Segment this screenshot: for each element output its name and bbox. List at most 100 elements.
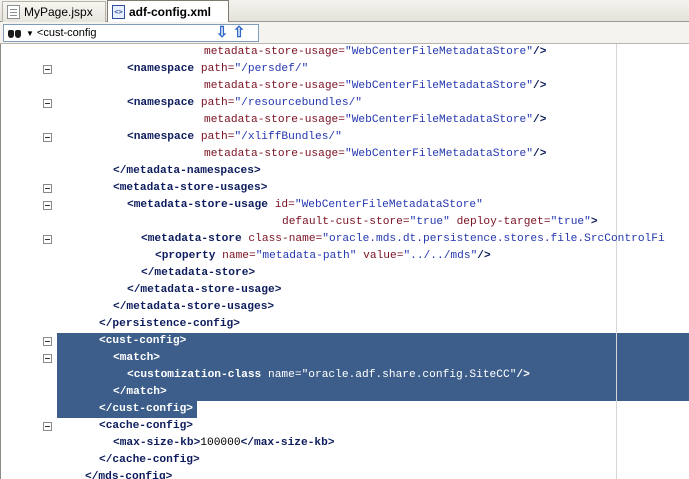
code-line[interactable]: <cache-config> xyxy=(0,418,689,435)
fold-toggle-icon[interactable] xyxy=(43,235,52,244)
code-token: <cache-config> xyxy=(99,420,193,432)
code-token: </metadata-namespaces> xyxy=(113,165,261,177)
tab-mypage-jspx[interactable]: MyPage.jspx xyxy=(2,1,106,22)
code-token: default-cust-store= xyxy=(282,216,410,228)
code-line[interactable]: </metadata-store-usages> xyxy=(0,299,689,316)
arrow-up-icon[interactable]: ⇧ xyxy=(232,25,246,41)
code-token: path= xyxy=(200,63,235,75)
code-line[interactable]: <namespace path="/resourcebundles/" xyxy=(0,95,689,112)
code-text: </match> xyxy=(113,384,167,401)
code-token: <metadata-store-usage xyxy=(127,199,275,211)
code-token: 100000 xyxy=(200,437,241,449)
code-token: metadata-store-usage= xyxy=(204,80,345,92)
code-line[interactable]: </metadata-store> xyxy=(0,265,689,282)
code-text: </metadata-store> xyxy=(141,265,255,282)
xml-file-icon: <> xyxy=(112,4,125,19)
code-line[interactable]: <metadata-store class-name="oracle.mds.d… xyxy=(0,231,689,248)
code-text: metadata-store-usage="WebCenterFileMetad… xyxy=(204,44,546,61)
code-token: "WebCenterFileMetadataStore" xyxy=(294,199,483,211)
code-line[interactable]: <metadata-store-usage id="WebCenterFileM… xyxy=(0,197,689,214)
code-line[interactable]: <property name="metadata-path" value="..… xyxy=(0,248,689,265)
code-line[interactable]: metadata-store-usage="WebCenterFileMetad… xyxy=(0,146,689,163)
code-token: "/persdef/" xyxy=(234,63,309,75)
code-token: </mds-config> xyxy=(85,471,173,479)
code-line[interactable]: <namespace path="/xliffBundles/" xyxy=(0,129,689,146)
fold-toggle-icon[interactable] xyxy=(43,99,52,108)
code-text: <metadata-store-usages> xyxy=(113,180,267,197)
code-token: "metadata-path" xyxy=(255,250,364,262)
code-text: default-cust-store="true" deploy-target=… xyxy=(282,214,598,231)
fold-toggle-icon[interactable] xyxy=(43,422,52,431)
code-text: <metadata-store-usage id="WebCenterFileM… xyxy=(127,197,483,214)
code-line[interactable]: <match> xyxy=(0,350,689,367)
code-token: </cust-config> xyxy=(99,403,193,415)
code-text: metadata-store-usage="WebCenterFileMetad… xyxy=(204,112,546,129)
code-text: <namespace path="/persdef/" xyxy=(127,61,308,78)
code-token: <namespace xyxy=(127,131,201,143)
code-line[interactable]: </mds-config> xyxy=(0,469,689,479)
code-line[interactable]: <customization-class name="oracle.adf.sh… xyxy=(0,367,689,384)
code-line[interactable]: </cache-config> xyxy=(0,452,689,469)
code-token: </metadata-store-usage> xyxy=(127,284,282,296)
code-token: </max-size-kb> xyxy=(240,437,335,449)
code-token: "/resourcebundles/" xyxy=(234,97,362,109)
code-text: <property name="metadata-path" value="..… xyxy=(155,248,491,265)
code-token: /> xyxy=(532,148,547,160)
code-text: </mds-config> xyxy=(85,469,172,479)
code-text: <max-size-kb>100000</max-size-kb> xyxy=(113,435,335,452)
code-line[interactable]: metadata-store-usage="WebCenterFileMetad… xyxy=(0,44,689,61)
fold-toggle-icon[interactable] xyxy=(43,133,52,142)
code-token: <max-size-kb> xyxy=(113,437,201,449)
xml-code-editor[interactable]: metadata-store-usage="WebCenterFileMetad… xyxy=(0,44,689,479)
code-line[interactable]: </cust-config> xyxy=(0,401,689,418)
code-token: "WebCenterFileMetadataStore" xyxy=(345,148,533,160)
code-line[interactable]: </match> xyxy=(0,384,689,401)
code-token: metadata-store-usage= xyxy=(204,46,345,58)
code-line[interactable]: </metadata-namespaces> xyxy=(0,163,689,180)
code-text: <match> xyxy=(113,350,160,367)
code-token: value= xyxy=(363,250,404,262)
code-token: <metadata-store-usages> xyxy=(113,182,268,194)
editor-tab-strip: MyPage.jspx <> adf-config.xml xyxy=(0,0,689,22)
code-token: <match> xyxy=(113,352,160,364)
tab-adf-config-xml[interactable]: <> adf-config.xml xyxy=(107,0,229,22)
code-token: <customization-class xyxy=(127,369,268,381)
code-token: path= xyxy=(200,97,235,109)
arrow-down-icon[interactable]: ⇩ xyxy=(215,25,229,41)
code-line[interactable]: </metadata-store-usage> xyxy=(0,282,689,299)
fold-toggle-icon[interactable] xyxy=(43,337,52,346)
code-token: "../../mds" xyxy=(403,250,478,262)
fold-toggle-icon[interactable] xyxy=(43,184,52,193)
code-token: "/xliffBundles/" xyxy=(234,131,342,143)
code-line[interactable]: <namespace path="/persdef/" xyxy=(0,61,689,78)
code-token: </metadata-store> xyxy=(141,267,256,279)
fold-toggle-icon[interactable] xyxy=(43,201,52,210)
structure-navigation-bar: ▼ <cust-config ⇩ ⇧ xyxy=(0,22,689,44)
code-token: "WebCenterFileMetadataStore" xyxy=(345,46,533,58)
code-line[interactable]: <max-size-kb>100000</max-size-kb> xyxy=(0,435,689,452)
code-token: "WebCenterFileMetadataStore" xyxy=(345,114,533,126)
code-line[interactable]: metadata-store-usage="WebCenterFileMetad… xyxy=(0,112,689,129)
tab-label: adf-config.xml xyxy=(129,4,212,19)
code-token: /> xyxy=(532,80,547,92)
code-line[interactable]: metadata-store-usage="WebCenterFileMetad… xyxy=(0,78,689,95)
code-text: </metadata-store-usage> xyxy=(127,282,281,299)
code-token: /> xyxy=(532,46,547,58)
code-token: "WebCenterFileMetadataStore" xyxy=(345,80,533,92)
code-token: > xyxy=(590,216,598,228)
code-token: /> xyxy=(516,369,530,381)
code-text: </persistence-config> xyxy=(99,316,240,333)
code-text: </metadata-store-usages> xyxy=(113,299,274,316)
code-token: name= xyxy=(222,250,256,262)
code-line[interactable]: </persistence-config> xyxy=(0,316,689,333)
dropdown-arrow-icon[interactable]: ▼ xyxy=(26,29,34,38)
fold-toggle-icon[interactable] xyxy=(43,65,52,74)
code-line[interactable]: default-cust-store="true" deploy-target=… xyxy=(0,214,689,231)
code-token: "oracle.mds.dt.persistence.stores.file.S… xyxy=(322,233,665,245)
code-token: </cache-config> xyxy=(99,454,200,466)
fold-toggle-icon[interactable] xyxy=(43,354,52,363)
code-line[interactable]: <cust-config> xyxy=(0,333,689,350)
code-text: </cust-config> xyxy=(99,401,193,418)
code-line[interactable]: <metadata-store-usages> xyxy=(0,180,689,197)
code-token: <property xyxy=(155,250,223,262)
